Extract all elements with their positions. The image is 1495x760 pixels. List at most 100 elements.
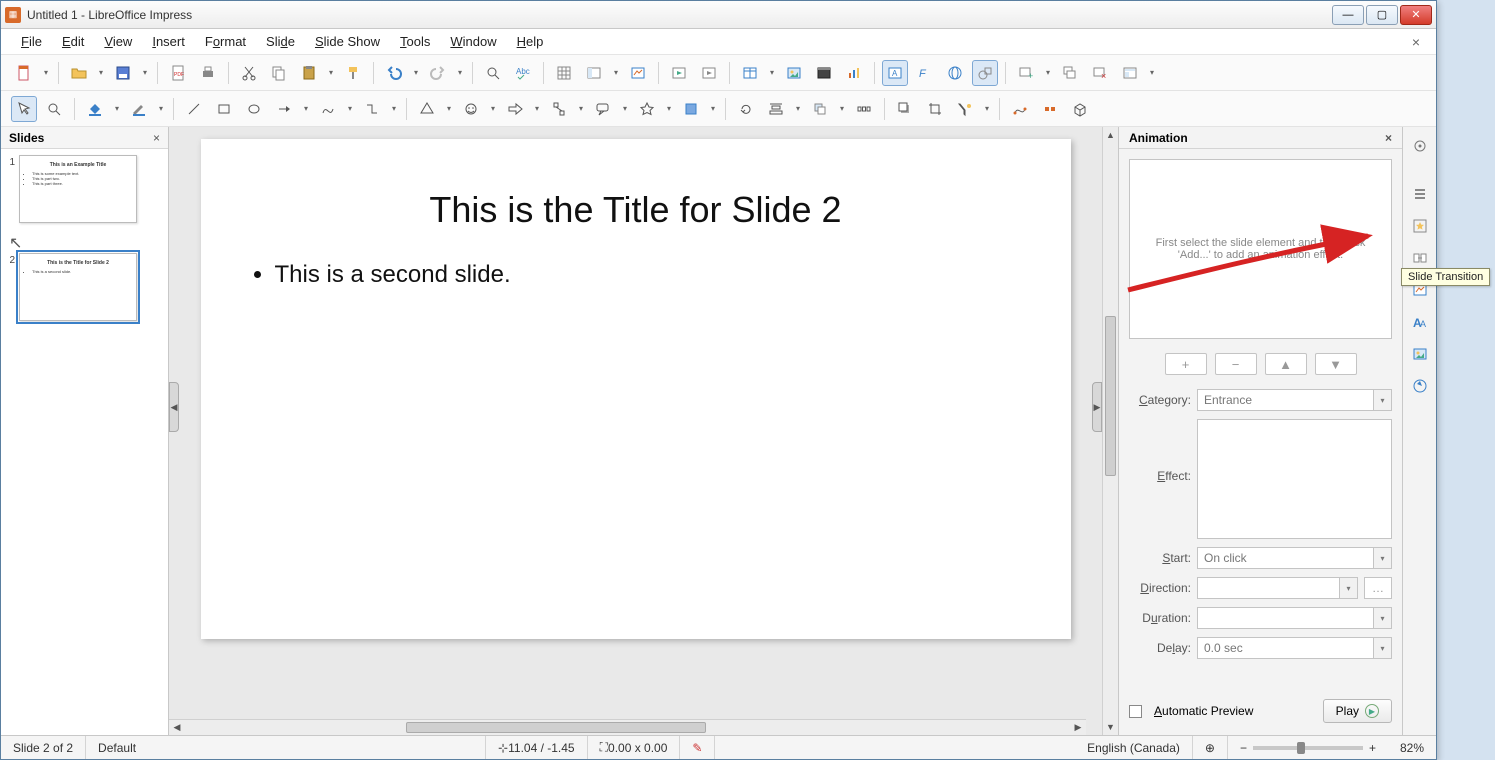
shadow-button[interactable] [892, 96, 918, 122]
sidebar-settings-button[interactable] [1407, 133, 1433, 159]
extrusion-button[interactable] [1067, 96, 1093, 122]
line-color-button[interactable] [126, 96, 152, 122]
menu-format[interactable]: Format [195, 31, 256, 52]
menu-view[interactable]: View [94, 31, 142, 52]
menu-edit[interactable]: Edit [52, 31, 94, 52]
slide-canvas[interactable]: This is the Title for Slide 2 This is a … [201, 139, 1071, 639]
animation-panel-close[interactable]: × [1385, 131, 1392, 145]
crop-button[interactable] [922, 96, 948, 122]
menu-file[interactable]: File [11, 31, 52, 52]
line-tool-button[interactable] [181, 96, 207, 122]
properties-deck-button[interactable] [1407, 181, 1433, 207]
filter-button[interactable] [952, 96, 978, 122]
connector-tool-button[interactable] [359, 96, 385, 122]
animation-deck-button[interactable] [1407, 213, 1433, 239]
display-grid-button[interactable] [551, 60, 577, 86]
new-slide-button[interactable]: + [1013, 60, 1039, 86]
redo-button[interactable] [425, 60, 451, 86]
insert-hyperlink-button[interactable] [942, 60, 968, 86]
delay-input[interactable]: 0.0 sec▾ [1197, 637, 1392, 659]
show-draw-functions-button[interactable] [972, 60, 998, 86]
3d-objects-button[interactable] [678, 96, 704, 122]
arrow-tool-dropdown[interactable]: ▾ [301, 104, 311, 113]
open-button[interactable] [66, 60, 92, 86]
slide-layout-dropdown[interactable]: ▾ [1147, 68, 1157, 77]
connector-tool-dropdown[interactable]: ▾ [389, 104, 399, 113]
paste-dropdown[interactable]: ▾ [326, 68, 336, 77]
master-slide-button[interactable] [625, 60, 651, 86]
new-slide-dropdown[interactable]: ▾ [1043, 68, 1053, 77]
points-button[interactable] [1007, 96, 1033, 122]
vscroll-thumb[interactable] [1105, 316, 1116, 476]
hscroll-thumb[interactable] [406, 722, 706, 733]
copy-button[interactable] [266, 60, 292, 86]
fit-slide-button[interactable]: ⊕ [1193, 736, 1228, 759]
zoom-slider[interactable] [1253, 746, 1363, 750]
export-pdf-button[interactable]: PDF [165, 60, 191, 86]
document-close-button[interactable]: × [1406, 34, 1426, 50]
block-arrows-button[interactable] [502, 96, 528, 122]
block-arrows-dropdown[interactable]: ▾ [532, 104, 542, 113]
symbol-shapes-dropdown[interactable]: ▾ [488, 104, 498, 113]
direction-options-button[interactable]: … [1364, 577, 1392, 599]
arrange-dropdown[interactable]: ▾ [837, 104, 847, 113]
slides-panel-close[interactable]: × [153, 131, 160, 145]
scroll-up-arrow[interactable]: ▲ [1103, 127, 1118, 143]
collapse-sidebar-handle[interactable]: ▶ [1092, 382, 1102, 432]
scroll-right-arrow[interactable]: ▶ [1070, 720, 1086, 735]
direction-select[interactable]: ▾ [1197, 577, 1358, 599]
slide-thumb-2[interactable]: 2 This is the Title for Slide 2 This is … [5, 253, 164, 321]
rectangle-tool-button[interactable] [211, 96, 237, 122]
duplicate-slide-button[interactable] [1057, 60, 1083, 86]
arrange-button[interactable] [807, 96, 833, 122]
menu-help[interactable]: Help [507, 31, 554, 52]
flowchart-dropdown[interactable]: ▾ [576, 104, 586, 113]
zoom-in-button[interactable]: + [1369, 741, 1376, 755]
cut-button[interactable] [236, 60, 262, 86]
start-current-button[interactable] [696, 60, 722, 86]
menu-window[interactable]: Window [440, 31, 506, 52]
slide-viewport[interactable]: This is the Title for Slide 2 This is a … [169, 127, 1102, 735]
curve-tool-button[interactable] [315, 96, 341, 122]
flowchart-button[interactable] [546, 96, 572, 122]
redo-dropdown[interactable]: ▾ [455, 68, 465, 77]
insert-table-dropdown[interactable]: ▾ [767, 68, 777, 77]
fill-color-dropdown[interactable]: ▾ [112, 104, 122, 113]
duration-input[interactable]: ▾ [1197, 607, 1392, 629]
horizontal-scrollbar[interactable]: ◀ ▶ [169, 719, 1086, 735]
basic-shapes-dropdown[interactable]: ▾ [444, 104, 454, 113]
start-beginning-button[interactable] [666, 60, 692, 86]
zoom-tool-button[interactable] [41, 96, 67, 122]
scroll-left-arrow[interactable]: ◀ [169, 720, 185, 735]
slide-title-placeholder[interactable]: This is the Title for Slide 2 [251, 189, 1021, 231]
ellipse-tool-button[interactable] [241, 96, 267, 122]
line-color-dropdown[interactable]: ▾ [156, 104, 166, 113]
insert-image-button[interactable] [781, 60, 807, 86]
slide-content-placeholder[interactable]: This is a second slide. [251, 261, 1021, 289]
print-button[interactable] [195, 60, 221, 86]
effect-list[interactable] [1197, 419, 1392, 539]
auto-preview-checkbox[interactable] [1129, 705, 1142, 718]
display-views-button[interactable] [581, 60, 607, 86]
category-select[interactable]: Entrance▾ [1197, 389, 1392, 411]
clone-formatting-button[interactable] [340, 60, 366, 86]
delete-slide-button[interactable]: × [1087, 60, 1113, 86]
remove-animation-button[interactable]: − [1215, 353, 1257, 375]
minimize-button[interactable]: — [1332, 5, 1364, 25]
new-doc-button[interactable] [11, 60, 37, 86]
new-doc-dropdown[interactable]: ▾ [41, 68, 51, 77]
menu-slide[interactable]: Slide [256, 31, 305, 52]
open-dropdown[interactable]: ▾ [96, 68, 106, 77]
gallery-deck-button[interactable] [1407, 341, 1433, 367]
navigator-deck-button[interactable] [1407, 373, 1433, 399]
insert-av-button[interactable] [811, 60, 837, 86]
menu-tools[interactable]: Tools [390, 31, 440, 52]
menu-insert[interactable]: Insert [142, 31, 195, 52]
animation-list[interactable]: First select the slide element and then … [1129, 159, 1392, 339]
undo-dropdown[interactable]: ▾ [411, 68, 421, 77]
styles-deck-button[interactable]: AA [1407, 309, 1433, 335]
slide-thumbnails[interactable]: 1 This is an Example Title This is some … [1, 149, 168, 735]
add-animation-button[interactable]: + [1165, 353, 1207, 375]
rotate-button[interactable] [733, 96, 759, 122]
align-dropdown[interactable]: ▾ [793, 104, 803, 113]
